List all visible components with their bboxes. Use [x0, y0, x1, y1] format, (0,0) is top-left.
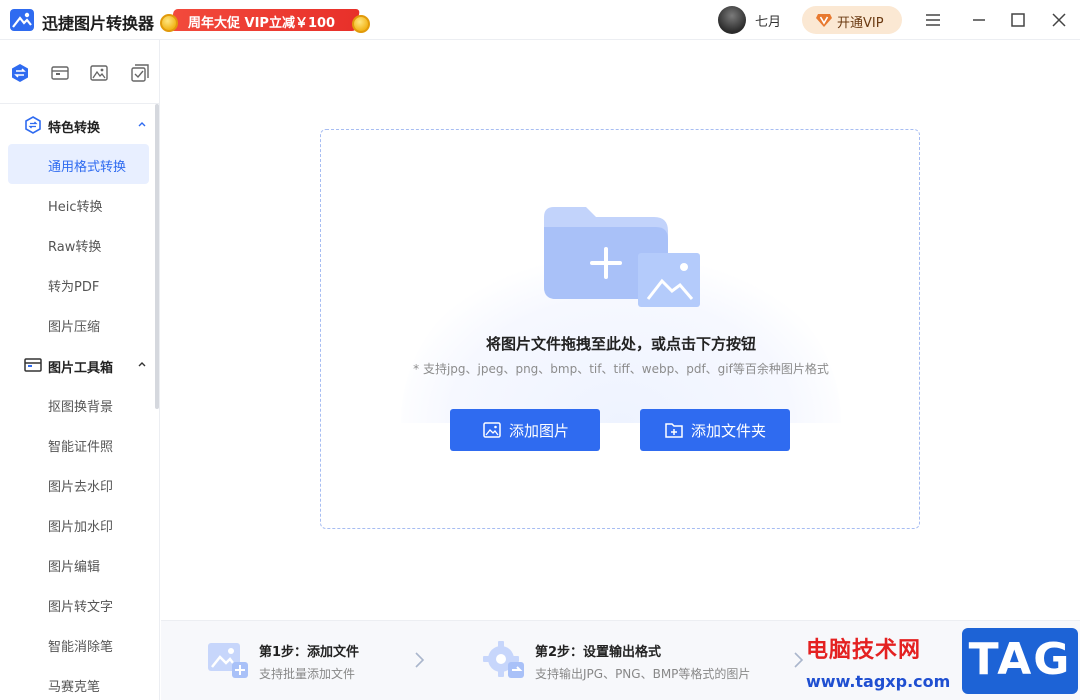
sidebar-item-eraser[interactable]: 智能消除笔 [8, 624, 149, 664]
add-folder-illustration-icon [544, 207, 700, 307]
sidebar-item-label: 图片去水印 [48, 480, 114, 495]
section-label: 图片工具箱 [48, 361, 114, 376]
sidebar-item-mosaic[interactable]: 马赛克笔 [8, 664, 149, 700]
sidebar: 特色转换 通用格式转换 Heic转换 Raw转换 转为PDF 图片压缩 图片工具… [0, 40, 160, 700]
add-image-button[interactable]: 添加图片 [450, 409, 600, 451]
sidebar-item-to-pdf[interactable]: 转为PDF [8, 264, 149, 304]
open-vip-label: 开通VIP [837, 16, 884, 31]
step-title: 第1步：添加文件 [259, 645, 360, 660]
chevron-right-icon [415, 652, 425, 668]
watermark-text: 电脑技术网 [806, 638, 922, 663]
maximize-icon[interactable] [1008, 10, 1028, 30]
sidebar-item-remove-watermark[interactable]: 图片去水印 [8, 464, 149, 504]
chevron-up-icon [138, 122, 146, 127]
open-vip-button[interactable]: 开通VIP [802, 6, 902, 34]
convert-section-icon [25, 116, 41, 134]
step-add-files: 第1步：添加文件 支持批量添加文件 [207, 621, 407, 700]
drop-zone-title: 将图片文件拖拽至此处，或点击下方按钮 [485, 335, 756, 353]
main-panel: 将图片文件拖拽至此处，或点击下方按钮 * 支持jpg、jpeg、png、bmp、… [161, 40, 1080, 620]
section-label: 特色转换 [48, 121, 101, 136]
sidebar-item-ocr[interactable]: 图片转文字 [8, 584, 149, 624]
sidebar-item-compress[interactable]: 图片压缩 [8, 304, 149, 344]
sidebar-item-label: 智能证件照 [48, 440, 114, 455]
sidebar-item-id-photo[interactable]: 智能证件照 [8, 424, 149, 464]
toolbox-icon[interactable] [50, 63, 70, 83]
step-desc: 支持批量添加文件 [259, 667, 356, 681]
section-special-convert[interactable]: 特色转换 [0, 104, 155, 144]
add-image-step-icon [208, 643, 248, 678]
sidebar-item-label: 智能消除笔 [48, 640, 114, 655]
coin-icon [352, 15, 370, 33]
section-image-toolbox[interactable]: 图片工具箱 [0, 344, 155, 384]
app-logo-icon [10, 9, 34, 31]
sidebar-item-label: 图片加水印 [48, 520, 114, 535]
menu-icon[interactable] [923, 10, 943, 30]
coin-icon [160, 14, 178, 32]
watermark-tag-label: TAG [968, 634, 1072, 685]
sidebar-icon-tabs [0, 40, 160, 104]
sidebar-item-label: 通用格式转换 [48, 160, 127, 175]
add-folder-button[interactable]: 添加文件夹 [640, 409, 790, 451]
sidebar-item-label: Heic转换 [48, 200, 103, 215]
add-image-label: 添加图片 [509, 422, 570, 440]
step-title: 第2步：设置输出格式 [535, 645, 662, 660]
settings-gear-icon [483, 641, 524, 678]
add-folder-label: 添加文件夹 [691, 422, 767, 440]
promo-text: 周年大促 VIP立减￥100 [188, 16, 336, 31]
sidebar-item-label: 图片压缩 [48, 320, 101, 335]
folder-plus-icon [665, 423, 683, 438]
chevron-right-icon [794, 652, 804, 668]
username[interactable]: 七月 [755, 11, 781, 30]
check-square-icon[interactable] [130, 63, 150, 83]
sidebar-item-label: Raw转换 [48, 240, 102, 255]
toolbox-section-icon [24, 358, 42, 372]
vip-diamond-icon [816, 14, 832, 27]
sidebar-item-cutout[interactable]: 抠图换背景 [8, 384, 149, 424]
avatar[interactable] [718, 6, 746, 34]
sidebar-item-label: 转为PDF [48, 280, 100, 295]
sidebar-item-heic[interactable]: Heic转换 [8, 184, 149, 224]
sidebar-item-label: 图片转文字 [48, 600, 114, 615]
drop-zone[interactable]: 将图片文件拖拽至此处，或点击下方按钮 * 支持jpg、jpeg、png、bmp、… [320, 129, 920, 529]
image-icon[interactable] [89, 63, 109, 83]
sidebar-item-edit[interactable]: 图片编辑 [8, 544, 149, 584]
sidebar-scrollbar[interactable] [155, 104, 159, 409]
watermark-url: www.tagxp.com [806, 672, 951, 691]
promo-banner[interactable]: 周年大促 VIP立减￥100 [160, 6, 372, 34]
drop-zone-subtitle: * 支持jpg、jpeg、png、bmp、tif、tiff、webp、pdf、g… [413, 362, 829, 376]
title-bar: 迅捷图片转换器 周年大促 VIP立减￥100 七月 开通VIP [0, 0, 1080, 40]
sidebar-item-label: 图片编辑 [48, 560, 101, 575]
close-icon[interactable] [1049, 10, 1069, 30]
app-title: 迅捷图片转换器 [42, 14, 155, 33]
image-icon [483, 422, 501, 438]
chevron-up-icon [138, 362, 146, 367]
app-window: 迅捷图片转换器 周年大促 VIP立减￥100 七月 开通VIP 特色转换 通用格… [0, 0, 1080, 700]
minimize-icon[interactable] [969, 10, 989, 30]
watermark-tag-badge: TAG [962, 628, 1078, 694]
sidebar-item-general-format[interactable]: 通用格式转换 [8, 144, 149, 184]
sidebar-item-add-watermark[interactable]: 图片加水印 [8, 504, 149, 544]
sidebar-item-raw[interactable]: Raw转换 [8, 224, 149, 264]
step-desc: 支持输出JPG、PNG、BMP等格式的图片 [535, 667, 751, 681]
convert-icon[interactable] [10, 63, 30, 83]
sidebar-item-label: 抠图换背景 [48, 400, 114, 415]
step-output-format: 第2步：设置输出格式 支持输出JPG、PNG、BMP等格式的图片 [483, 621, 750, 700]
sidebar-item-label: 马赛克笔 [48, 680, 101, 695]
